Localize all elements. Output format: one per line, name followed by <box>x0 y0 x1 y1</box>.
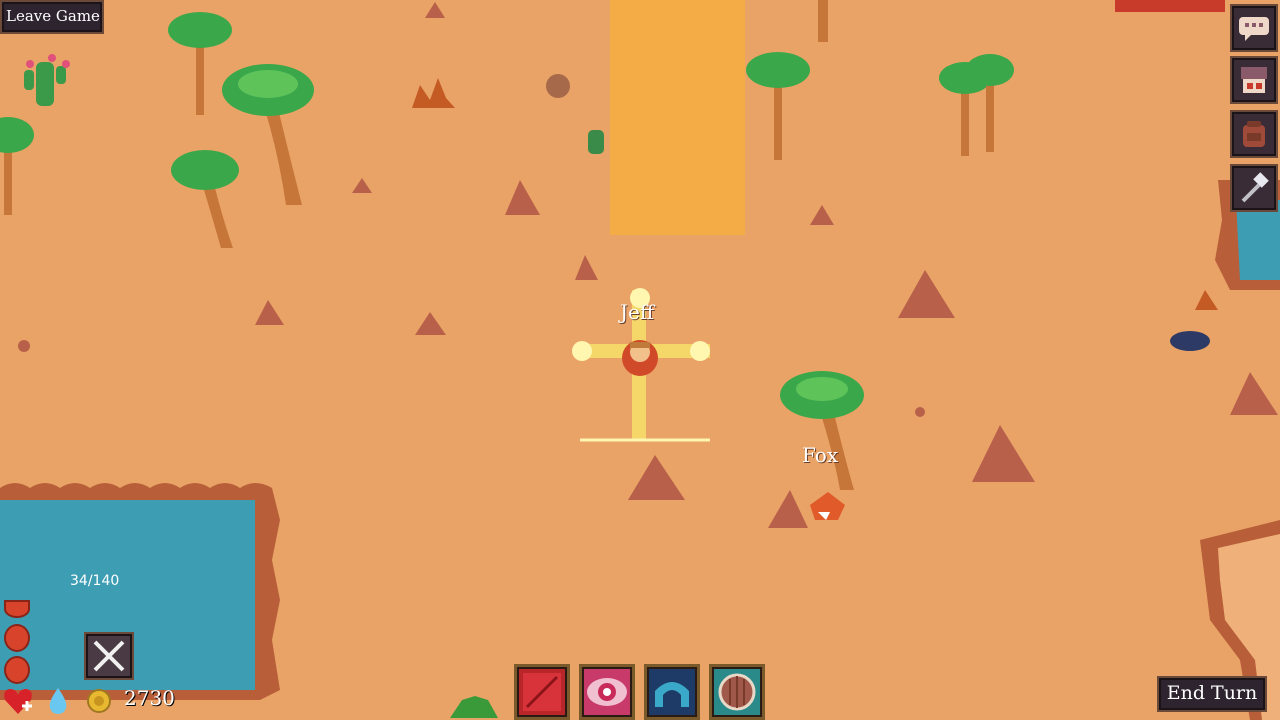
end-turn-button[interactable]: End Turn <box>1157 676 1267 712</box>
eye-icon <box>587 678 627 706</box>
chat-button[interactable] <box>1230 4 1278 52</box>
player-name-label: Jeff <box>620 300 655 324</box>
hammer-button[interactable] <box>1230 164 1278 212</box>
sand-strip <box>610 0 745 235</box>
health-orb <box>4 656 30 684</box>
chat-icon <box>1239 17 1269 41</box>
beetle-sprite[interactable] <box>1170 331 1210 351</box>
gold-amount: 2730 <box>124 686 175 710</box>
water-drop-icon <box>49 688 67 714</box>
crossed-swords-icon <box>93 640 125 672</box>
backpack-button[interactable] <box>1230 110 1278 158</box>
ability-slot-1[interactable] <box>514 664 570 720</box>
pond <box>0 483 280 700</box>
leave-game-button[interactable]: Leave Game <box>0 0 104 34</box>
ability-slot-2[interactable] <box>579 664 635 720</box>
shield-icon <box>718 673 756 711</box>
health-orb <box>4 624 30 652</box>
enemy-name-label: Fox <box>802 443 839 467</box>
health-value: 34/140 <box>70 573 120 589</box>
heart-icon <box>4 689 32 714</box>
ability-slot-4[interactable] <box>709 664 765 720</box>
red-rune-icon <box>523 673 561 711</box>
ability-slot-3[interactable] <box>644 664 700 720</box>
shop-button[interactable] <box>1230 56 1278 104</box>
coin-icon <box>87 689 111 713</box>
arch-icon <box>655 682 689 707</box>
hammer-icon <box>1241 172 1269 203</box>
game-map[interactable] <box>0 0 1280 720</box>
roof <box>1115 0 1225 12</box>
backpack-icon <box>1243 121 1265 147</box>
weapon-slot[interactable] <box>84 632 134 680</box>
shop-icon <box>1241 67 1267 93</box>
health-orb <box>4 600 30 618</box>
